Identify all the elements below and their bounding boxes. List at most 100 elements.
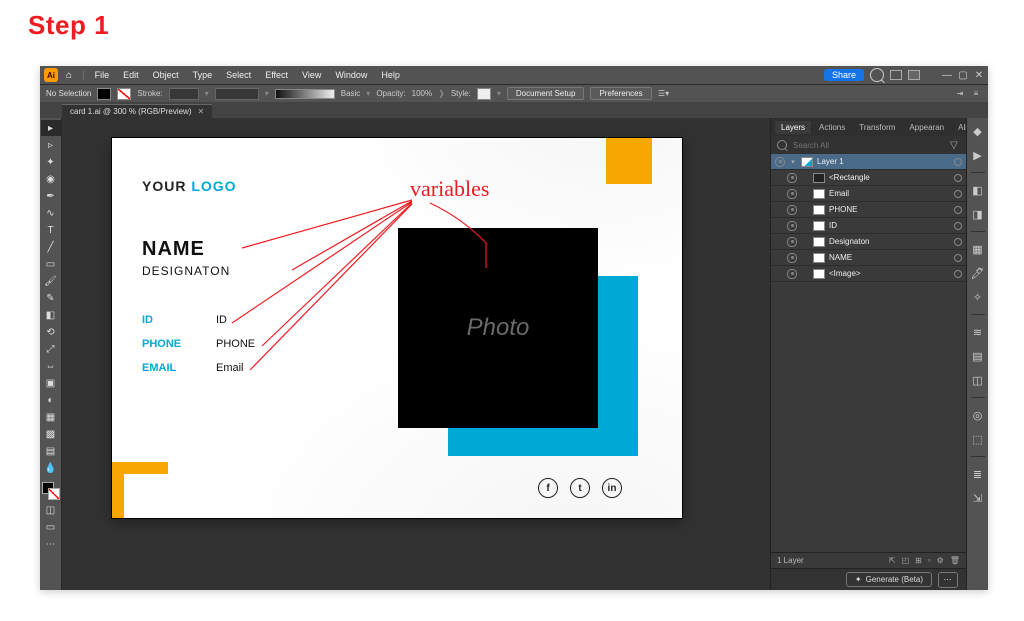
direct-selection-tool-icon[interactable]: ▹ [41, 137, 61, 153]
control-menu-icon[interactable]: ≡ [970, 88, 982, 100]
new-layer-icon[interactable]: ▫ [928, 556, 931, 565]
window-close-icon[interactable]: ✕ [974, 70, 984, 80]
target-icon[interactable] [954, 222, 962, 230]
asset-export-panel-icon[interactable]: ⇲ [969, 489, 987, 507]
magic-wand-tool-icon[interactable]: ✦ [41, 154, 61, 170]
layers-search-icon[interactable] [777, 140, 787, 150]
layer-options-icon[interactable]: ⚙ [937, 556, 944, 565]
width-tool-icon[interactable]: ⇔ [41, 358, 61, 374]
visibility-toggle-icon[interactable] [787, 205, 797, 215]
menu-file[interactable]: File [89, 70, 116, 80]
layer-row[interactable]: Designaton [771, 234, 966, 250]
screen-mode-icon[interactable]: ▭ [41, 519, 61, 535]
line-tool-icon[interactable]: ╱ [41, 239, 61, 255]
layers-search-input[interactable] [793, 139, 944, 151]
document-tab-close-icon[interactable]: ✕ [198, 107, 205, 116]
layer-row[interactable]: <Rectangle [771, 170, 966, 186]
menu-object[interactable]: Object [147, 70, 185, 80]
layer-row[interactable]: <Image> [771, 266, 966, 282]
mesh-tool-icon[interactable]: ▩ [41, 426, 61, 442]
visibility-toggle-icon[interactable] [787, 253, 797, 263]
rotate-tool-icon[interactable]: ⟲ [41, 324, 61, 340]
tab-layers[interactable]: Layers [775, 121, 811, 134]
target-icon[interactable] [954, 270, 962, 278]
curvature-tool-icon[interactable]: ∿ [41, 205, 61, 221]
arrange-docs-icon[interactable] [890, 70, 902, 80]
target-icon[interactable] [954, 158, 962, 166]
workspace-switcher-icon[interactable] [908, 70, 920, 80]
target-icon[interactable] [954, 254, 962, 262]
graphic-styles-panel-icon[interactable]: ⬚ [969, 430, 987, 448]
layers-filter-icon[interactable]: ▽ [950, 140, 960, 150]
free-transform-tool-icon[interactable]: ▣ [41, 375, 61, 391]
properties-panel-icon[interactable]: ◆ [969, 122, 987, 140]
tab-actions[interactable]: Actions [813, 121, 851, 134]
paintbrush-tool-icon[interactable]: 🖌 [41, 273, 61, 289]
brush-definition[interactable] [275, 89, 335, 99]
visibility-toggle-icon[interactable] [787, 189, 797, 199]
menu-window[interactable]: Window [329, 70, 373, 80]
share-button[interactable]: Share [824, 69, 864, 81]
transparency-panel-icon[interactable]: ◫ [969, 371, 987, 389]
stroke-weight-input[interactable] [169, 88, 199, 100]
fill-swatch[interactable] [97, 88, 111, 100]
new-sublayer-icon[interactable]: ⊞ [915, 556, 922, 565]
pen-tool-icon[interactable]: ✒ [41, 188, 61, 204]
document-tab[interactable]: card 1.ai @ 300 % (RGB/Preview) ✕ [62, 104, 212, 118]
selection-tool-icon[interactable]: ▸ [41, 120, 61, 136]
more-options-button[interactable] [938, 572, 958, 588]
artboard[interactable]: Photo YOUR LOGO NAME DESIGNATON ID ID PH… [112, 138, 682, 518]
shape-builder-tool-icon[interactable]: ◐ [41, 392, 61, 408]
preferences-button[interactable]: Preferences [590, 87, 651, 100]
home-icon[interactable]: ⌂ [60, 68, 78, 82]
shaper-tool-icon[interactable]: ✎ [41, 290, 61, 306]
lasso-tool-icon[interactable]: ◉ [41, 171, 61, 187]
layer-row[interactable]: NAME [771, 250, 966, 266]
brushes-panel-icon[interactable]: 🖊 [969, 264, 987, 282]
visibility-toggle-icon[interactable] [787, 221, 797, 231]
symbols-panel-icon[interactable]: ✧ [969, 288, 987, 306]
menu-select[interactable]: Select [220, 70, 257, 80]
canvas[interactable]: Photo YOUR LOGO NAME DESIGNATON ID ID PH… [62, 118, 770, 590]
target-icon[interactable] [954, 174, 962, 182]
window-minimize-icon[interactable]: — [942, 70, 952, 80]
gradient-tool-icon[interactable]: ▤ [41, 443, 61, 459]
align-options-icon[interactable]: ☰▾ [658, 88, 670, 100]
control-collapse-icon[interactable]: ⇥ [954, 88, 966, 100]
type-tool-icon[interactable]: T [41, 222, 61, 238]
tab-transform[interactable]: Transform [853, 121, 901, 134]
menu-effect[interactable]: Effect [259, 70, 294, 80]
target-icon[interactable] [954, 238, 962, 246]
stroke-swatch[interactable] [117, 88, 131, 100]
gradient-panel-icon[interactable]: ▤ [969, 347, 987, 365]
window-maximize-icon[interactable]: ▢ [958, 70, 968, 80]
color-panel-icon[interactable]: ◧ [969, 181, 987, 199]
visibility-toggle-icon[interactable] [787, 237, 797, 247]
menu-edit[interactable]: Edit [117, 70, 145, 80]
stroke-panel-icon[interactable]: ≋ [969, 323, 987, 341]
eraser-tool-icon[interactable]: ◧ [41, 307, 61, 323]
visibility-toggle-icon[interactable] [787, 269, 797, 279]
visibility-toggle-icon[interactable] [787, 173, 797, 183]
generate-beta-button[interactable]: ✦ Generate (Beta) [846, 572, 932, 587]
edit-toolbar-icon[interactable]: ⋯ [41, 536, 61, 552]
draw-mode-icon[interactable]: ◫ [41, 502, 61, 518]
layer-row-parent[interactable]: ▾ Layer 1 [771, 154, 966, 170]
rectangle-tool-icon[interactable]: ▭ [41, 256, 61, 272]
layer-row[interactable]: ID [771, 218, 966, 234]
layer-row[interactable]: PHONE [771, 202, 966, 218]
search-icon[interactable] [870, 68, 884, 82]
layers-quick-icon[interactable]: ≣ [969, 465, 987, 483]
opacity-value[interactable]: 100% [412, 89, 432, 98]
libraries-panel-icon[interactable]: ▶ [969, 146, 987, 164]
make-clip-mask-icon[interactable]: ◰ [902, 556, 910, 565]
delete-layer-icon[interactable]: 🗑 [950, 556, 960, 565]
locate-object-icon[interactable]: ⇱ [889, 556, 896, 565]
layer-row[interactable]: Email [771, 186, 966, 202]
swatches-panel-icon[interactable]: ▦ [969, 240, 987, 258]
target-icon[interactable] [954, 190, 962, 198]
menu-view[interactable]: View [296, 70, 327, 80]
stroke-profile-input[interactable] [215, 88, 259, 100]
fill-stroke-swatches[interactable] [41, 481, 61, 501]
tab-appearance[interactable]: Appearan [903, 121, 950, 134]
